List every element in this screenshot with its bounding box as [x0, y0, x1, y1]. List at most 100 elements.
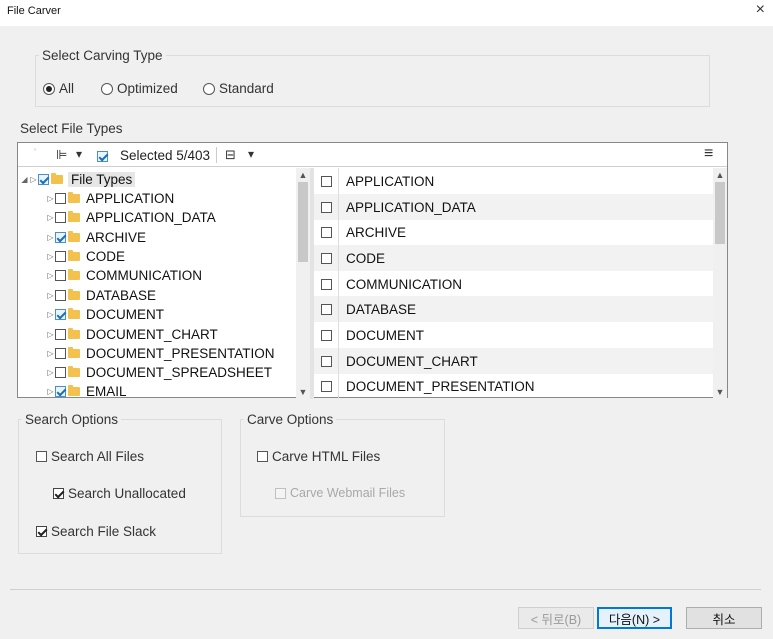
tree-checkbox[interactable] — [55, 193, 66, 204]
folder-icon — [51, 173, 63, 184]
scroll-up-arrow[interactable]: ▲ — [296, 168, 310, 182]
tree-item[interactable]: ▷ COMMUNICATION — [46, 266, 202, 285]
list-item-label: APPLICATION_DATA — [346, 199, 476, 215]
tree-item[interactable]: ▷ DOCUMENT_SPREADSHEET — [46, 363, 272, 382]
radio-label: Standard — [219, 81, 274, 96]
tree-item[interactable]: ▷ APPLICATION — [46, 189, 174, 208]
expand-triangle-icon[interactable]: ▷ — [46, 368, 55, 377]
tree-root[interactable]: ◢ ▷ File Types — [20, 170, 136, 189]
expand-triangle-icon[interactable]: ▷ — [46, 349, 55, 358]
tree-checkbox[interactable] — [55, 251, 66, 262]
cancel-button[interactable]: 취소 — [686, 607, 762, 629]
tree-item-label: File Types — [68, 172, 136, 187]
tree-checkbox[interactable] — [55, 309, 66, 320]
list-checkbox[interactable] — [320, 201, 332, 213]
tree-item[interactable]: ▷ DOCUMENT — [46, 305, 164, 324]
tree-item[interactable]: ▷ CODE — [46, 247, 125, 266]
folder-icon — [68, 385, 80, 396]
list-item[interactable]: DATABASE — [314, 296, 727, 322]
list-checkbox[interactable] — [320, 226, 332, 238]
list-item[interactable]: CODE — [314, 245, 727, 271]
sort-icon[interactable]: ⊫ — [56, 147, 67, 163]
list-checkbox[interactable] — [320, 252, 332, 264]
search-unallocated-checkbox[interactable]: Search Unallocated — [53, 486, 186, 501]
menu-icon[interactable]: ≡ — [704, 145, 713, 163]
list-checkbox[interactable] — [320, 175, 332, 187]
tree-item-label: DOCUMENT — [86, 307, 164, 322]
back-button[interactable]: < 뒤로(B) — [518, 607, 594, 629]
tree-checkbox[interactable] — [55, 290, 66, 301]
tree-checkbox[interactable] — [55, 348, 66, 359]
list-scrollbar[interactable]: ▲ ▼ — [713, 168, 727, 399]
expand-triangle-icon[interactable]: ▷ — [46, 252, 55, 261]
tree-checkbox[interactable] — [55, 232, 66, 243]
list-item[interactable]: COMMUNICATION — [314, 271, 727, 297]
list-item-label: CODE — [346, 250, 386, 266]
tree-scrollbar[interactable]: ▲ ▼ — [296, 168, 310, 399]
list-item-label: DATABASE — [346, 301, 417, 317]
scroll-up-arrow[interactable]: ▲ — [713, 168, 727, 182]
expand-triangle-icon[interactable]: ▷ — [46, 310, 55, 319]
title-bar: File Carver × — [0, 0, 773, 26]
folder-icon — [68, 211, 80, 222]
expand-triangle-icon[interactable]: ▷ — [46, 271, 55, 280]
carve-options-legend: Carve Options — [247, 412, 334, 427]
radio-carving-standard[interactable]: Standard — [203, 81, 274, 96]
scroll-thumb[interactable] — [298, 182, 308, 262]
tree-item[interactable]: ▷ ARCHIVE — [46, 228, 146, 247]
radio-dot-selected — [43, 82, 55, 95]
tree-item[interactable]: ▷ EMAIL — [46, 382, 127, 399]
list-item-label: COMMUNICATION — [346, 276, 462, 292]
scroll-thumb[interactable] — [715, 182, 725, 244]
folder-icon — [68, 347, 80, 358]
tree-checkbox[interactable] — [55, 329, 66, 340]
tree-checkbox[interactable] — [38, 174, 49, 185]
list-item[interactable]: APPLICATION_DATA — [314, 194, 727, 220]
tree-checkbox[interactable] — [55, 386, 66, 397]
scroll-down-arrow[interactable]: ▼ — [296, 385, 310, 399]
expanded-triangle-icon[interactable]: ◢ — [20, 175, 29, 184]
list-item[interactable]: DOCUMENT_PRESENTATION — [314, 373, 727, 399]
list-checkbox[interactable] — [320, 303, 332, 315]
expand-triangle-icon[interactable]: ▷ — [46, 213, 55, 222]
tree-item-label: ARCHIVE — [86, 230, 147, 245]
tree-checkbox[interactable] — [55, 367, 66, 378]
tree-item-label: EMAIL — [86, 384, 127, 399]
option-label: Search File Slack — [51, 524, 157, 539]
chevron-down-icon[interactable]: ▾ — [248, 147, 254, 161]
carve-html-files-checkbox[interactable]: Carve HTML Files — [257, 449, 380, 464]
list-checkbox[interactable] — [320, 278, 332, 290]
list-item[interactable]: ARCHIVE — [314, 219, 727, 245]
carving-type-legend: Select Carving Type — [42, 48, 163, 63]
checkbox-box — [257, 451, 268, 462]
list-checkbox[interactable] — [320, 380, 332, 392]
expand-triangle-icon[interactable]: ▷ — [46, 387, 55, 396]
tree-item-label: DOCUMENT_SPREADSHEET — [86, 365, 273, 380]
search-all-files-checkbox[interactable]: Search All Files — [36, 449, 144, 464]
tree-item[interactable]: ▷ DOCUMENT_PRESENTATION — [46, 344, 274, 363]
close-icon[interactable]: × — [756, 1, 765, 19]
chevron-down-icon[interactable]: ▾ — [76, 147, 82, 161]
expand-triangle-icon[interactable]: ▷ — [46, 194, 55, 203]
list-item[interactable]: DOCUMENT — [314, 322, 727, 348]
radio-carving-all[interactable]: All — [43, 81, 74, 96]
checkbox-box — [275, 487, 286, 499]
view-icon[interactable]: ⊟ — [225, 147, 236, 163]
radio-carving-optimized[interactable]: Optimized — [101, 81, 178, 96]
list-item[interactable]: DOCUMENT_CHART — [314, 348, 727, 374]
option-label: Carve HTML Files — [272, 449, 381, 464]
expand-triangle-icon[interactable]: ▷ — [46, 330, 55, 339]
list-checkbox[interactable] — [320, 355, 332, 367]
scroll-down-arrow[interactable]: ▼ — [713, 385, 727, 399]
next-button[interactable]: 다음(N) > — [597, 607, 672, 629]
expand-triangle-icon[interactable]: ▷ — [46, 233, 55, 242]
tree-item[interactable]: ▷ DATABASE — [46, 286, 156, 305]
list-item[interactable]: APPLICATION — [314, 168, 727, 194]
list-checkbox[interactable] — [320, 329, 332, 341]
search-file-slack-checkbox[interactable]: Search File Slack — [36, 524, 156, 539]
tree-item[interactable]: ▷ DOCUMENT_CHART — [46, 325, 217, 344]
tree-checkbox[interactable] — [55, 270, 66, 281]
tree-item[interactable]: ▷ APPLICATION_DATA — [46, 208, 215, 227]
tree-checkbox[interactable] — [55, 212, 66, 223]
expand-triangle-icon[interactable]: ▷ — [46, 291, 55, 300]
